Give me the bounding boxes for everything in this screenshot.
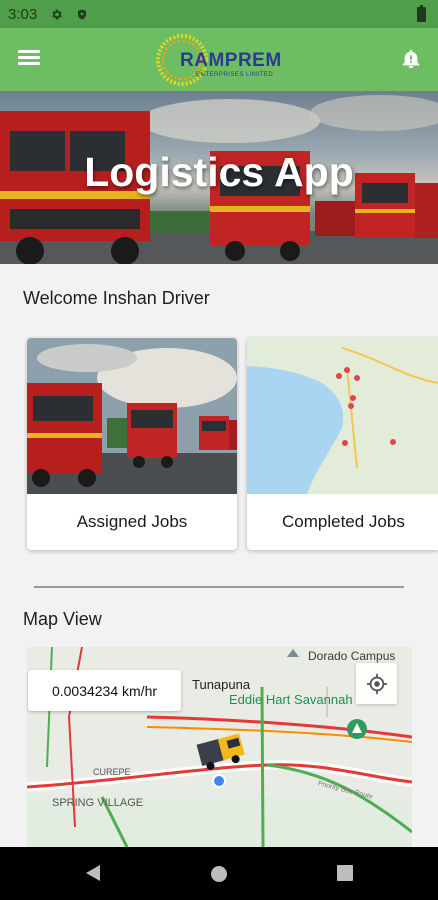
notification-button[interactable] (400, 48, 422, 70)
logo-subtext: ENTERPRISES LIMITED (196, 72, 274, 78)
menu-icon-line (18, 62, 40, 65)
home-icon (211, 866, 227, 882)
map-thumbnail-image (247, 338, 438, 494)
bell-icon (402, 49, 420, 69)
assigned-jobs-card[interactable]: Assigned Jobs (27, 338, 237, 550)
map-label-spring-village: SPRING VILLAGE (52, 797, 144, 809)
menu-icon-line (18, 56, 40, 59)
welcome-text: Welcome Inshan Driver (23, 288, 210, 308)
back-button[interactable] (84, 863, 102, 888)
map-label-eddie-hart: Eddie Hart Savannah (229, 692, 353, 707)
app-bar: RAMPREM ENTERPRISES LIMITED (0, 28, 438, 91)
hero-banner: Logistics App (0, 91, 438, 264)
speed-readout: 0.0034234 km/hr (28, 670, 181, 711)
shield-icon (75, 7, 89, 21)
company-logo: RAMPREM ENTERPRISES LIMITED (154, 32, 286, 88)
map-label-dorado: Dorado Campus (308, 649, 396, 663)
status-bar: 3:03 (0, 0, 438, 28)
logo-text: RAMPREM (180, 50, 282, 71)
completed-jobs-card[interactable]: Completed Jobs (247, 338, 438, 550)
map-label-curepe: CUREPE (93, 767, 131, 777)
menu-icon-line (18, 50, 40, 53)
menu-button[interactable] (18, 47, 46, 71)
map-view-title: Map View (23, 609, 102, 629)
battery-icon (417, 5, 426, 22)
trucks-image (27, 338, 237, 494)
system-nav-bar (0, 847, 438, 900)
my-location-button[interactable] (356, 663, 397, 704)
completed-jobs-label: Completed Jobs (282, 512, 405, 531)
home-button[interactable] (210, 865, 228, 888)
status-time: 3:03 (8, 5, 38, 23)
crosshair-icon (366, 673, 387, 694)
recents-icon (337, 865, 353, 881)
assigned-jobs-label: Assigned Jobs (76, 512, 188, 531)
settings-icon (49, 7, 63, 21)
section-divider (34, 586, 404, 588)
back-icon (86, 865, 100, 881)
hero-title: Logistics App (84, 149, 354, 195)
map-label-tunapuna: Tunapuna (192, 677, 251, 692)
recents-button[interactable] (337, 865, 353, 886)
